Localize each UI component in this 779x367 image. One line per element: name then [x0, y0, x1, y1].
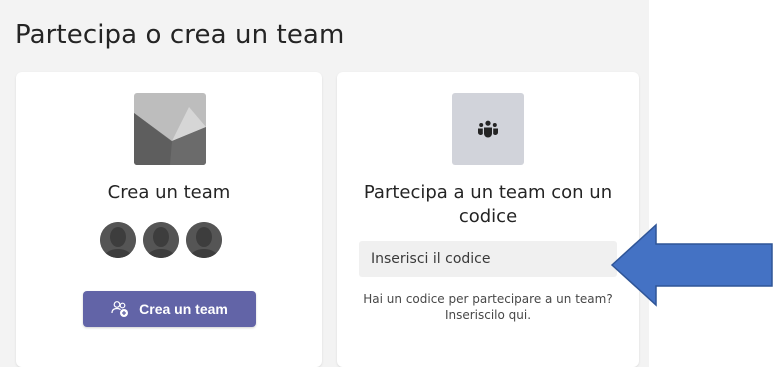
avatar: [100, 222, 136, 258]
arrow-left-icon: [610, 223, 775, 311]
avatar: [186, 222, 222, 258]
join-help-text-line1: Hai un codice per partecipare a un team?: [363, 292, 613, 306]
team-placeholder-image: [134, 93, 206, 165]
join-help-text: Hai un codice per partecipare a un team?…: [347, 291, 629, 323]
avatar-group: [100, 222, 222, 260]
create-team-button[interactable]: Crea un team: [83, 291, 256, 327]
add-people-icon: [111, 300, 129, 318]
team-code-input[interactable]: [359, 241, 617, 277]
teams-people-icon: [452, 93, 524, 165]
join-team-card: Partecipa a un team con un codice Hai un…: [337, 72, 639, 367]
avatar: [143, 222, 179, 258]
create-team-card[interactable]: Crea un team Crea un team: [16, 72, 322, 367]
join-team-title: Partecipa a un team con un codice: [363, 182, 613, 227]
create-team-button-label: Crea un team: [139, 301, 228, 317]
page-title: Partecipa o crea un team: [15, 20, 345, 50]
create-team-title: Crea un team: [107, 182, 231, 203]
join-help-text-line2: Inseriscilo qui.: [444, 308, 532, 322]
teams-panel: Partecipa o crea un team Crea un team Cr…: [0, 0, 649, 367]
